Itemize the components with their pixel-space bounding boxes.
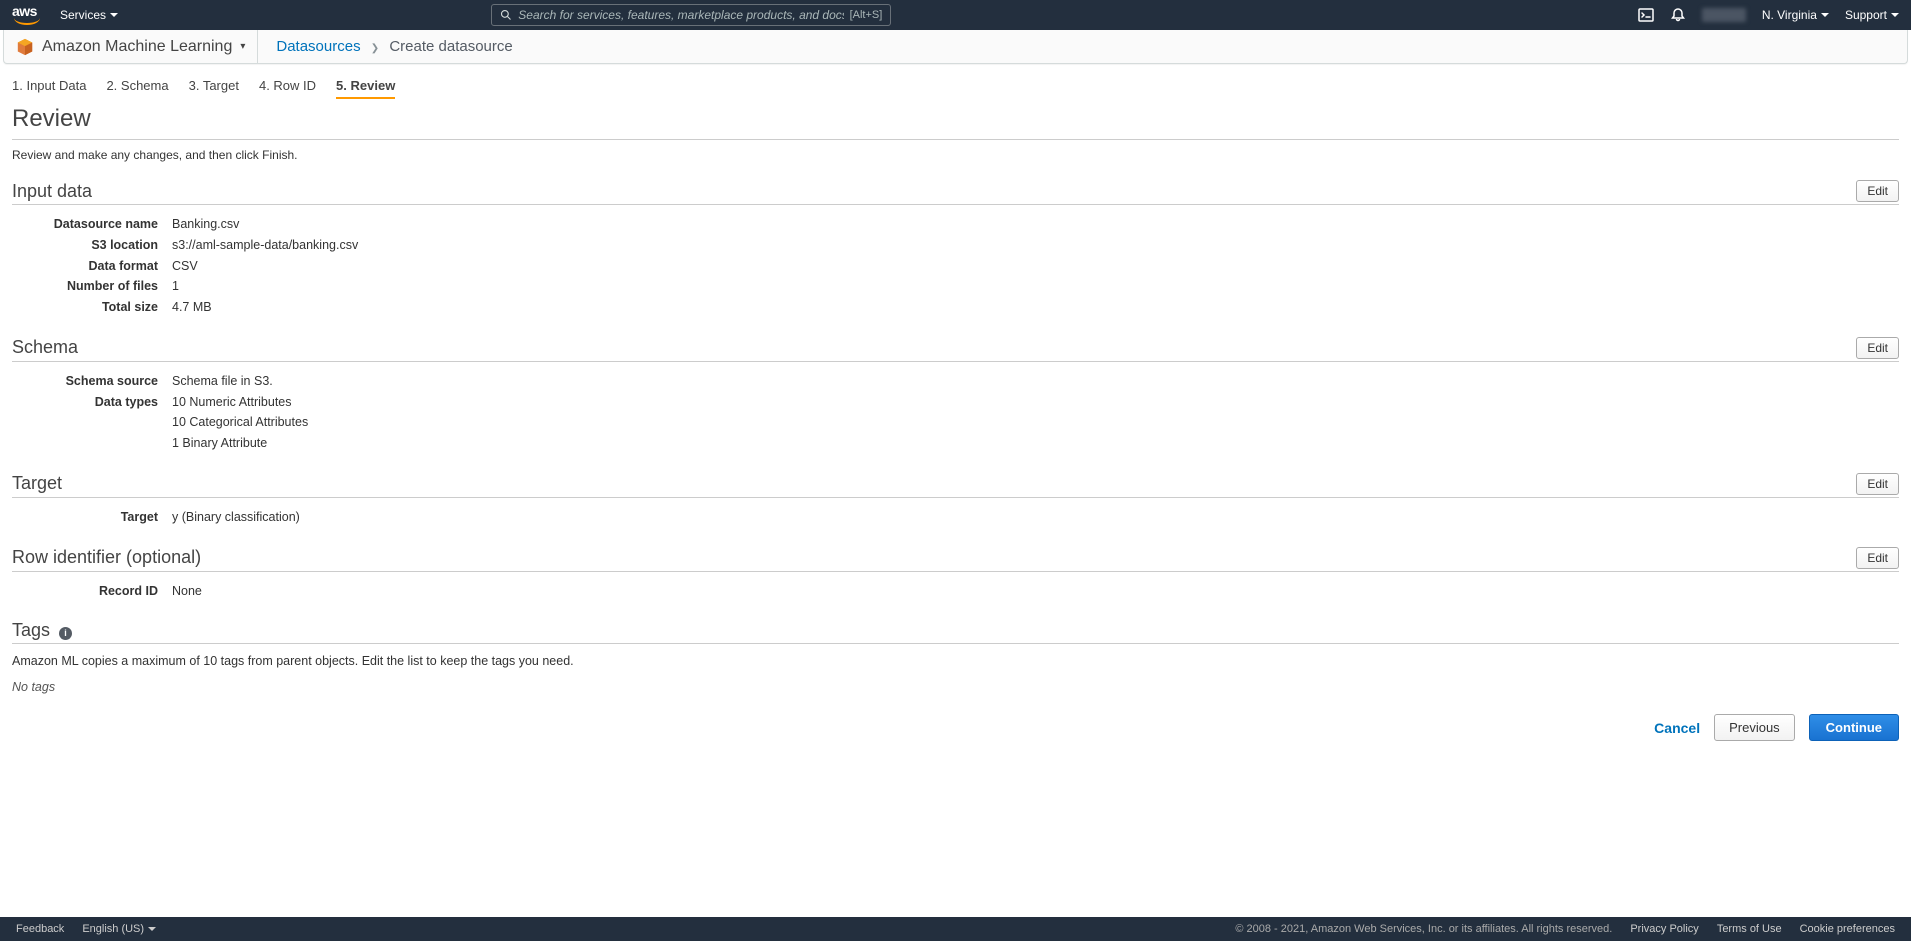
action-row: Cancel Previous Continue <box>12 714 1899 741</box>
section-title-row-id: Row identifier (optional) <box>12 547 1856 568</box>
wizard-steps: 1. Input Data 2. Schema 3. Target 4. Row… <box>12 74 1899 99</box>
service-bar: Amazon Machine Learning ▾ Datasources ❯ … <box>3 30 1908 64</box>
breadcrumb: Datasources ❯ Create datasource <box>258 38 530 55</box>
value-number-of-files: 1 <box>172 277 179 296</box>
value-datasource-name: Banking.csv <box>172 215 239 234</box>
info-icon[interactable]: i <box>59 627 72 640</box>
previous-button[interactable]: Previous <box>1714 714 1795 741</box>
section-tags: Tags i Amazon ML copies a maximum of 10 … <box>12 620 1899 694</box>
section-row-identifier: Row identifier (optional) Edit Record ID… <box>12 547 1899 601</box>
value-s3-location: s3://aml-sample-data/banking.csv <box>172 236 358 255</box>
cloudshell-icon[interactable] <box>1638 7 1654 23</box>
edit-target-button[interactable]: Edit <box>1856 473 1899 495</box>
region-selector[interactable]: N. Virginia <box>1762 8 1829 22</box>
search-box[interactable]: [Alt+S] <box>491 4 891 26</box>
notifications-icon[interactable] <box>1670 7 1686 23</box>
language-selector[interactable]: English (US) <box>82 923 156 935</box>
value-target: y (Binary classification) <box>172 508 300 527</box>
caret-down-icon <box>1821 13 1829 17</box>
search-input[interactable] <box>518 8 843 22</box>
label-total-size: Total size <box>12 298 172 317</box>
caret-down-icon <box>110 13 118 17</box>
label-data-types: Data types <box>12 393 172 412</box>
ml-service-icon <box>16 38 34 56</box>
edit-schema-button[interactable]: Edit <box>1856 337 1899 359</box>
terms-link[interactable]: Terms of Use <box>1717 923 1782 935</box>
search-icon <box>500 9 512 21</box>
caret-down-icon <box>148 927 156 931</box>
label-datasource-name: Datasource name <box>12 215 172 234</box>
search-shortcut: [Alt+S] <box>850 9 883 21</box>
top-nav: aws Services [Alt+S] N. Virginia Support <box>0 0 1911 30</box>
caret-down-icon: ▾ <box>240 41 245 52</box>
service-name: Amazon Machine Learning <box>42 38 232 56</box>
section-input-data: Input data Edit Datasource nameBanking.c… <box>12 180 1899 317</box>
wizard-step-row-id[interactable]: 4. Row ID <box>259 74 316 99</box>
main-content: 1. Input Data 2. Schema 3. Target 4. Row… <box>0 64 1911 761</box>
aws-smile-icon <box>12 17 42 27</box>
value-data-types-2: 10 Categorical Attributes <box>172 413 308 432</box>
cancel-button[interactable]: Cancel <box>1654 720 1700 736</box>
language-label: English (US) <box>82 923 144 935</box>
value-total-size: 4.7 MB <box>172 298 212 317</box>
no-tags-text: No tags <box>12 680 1899 694</box>
section-title-schema: Schema <box>12 337 1856 358</box>
section-title-tags: Tags i <box>12 620 1899 641</box>
value-schema-source: Schema file in S3. <box>172 372 273 391</box>
continue-button[interactable]: Continue <box>1809 714 1899 741</box>
aws-logo[interactable]: aws <box>12 3 42 27</box>
label-data-format: Data format <box>12 257 172 276</box>
value-record-id: None <box>172 582 202 601</box>
wizard-step-review[interactable]: 5. Review <box>336 74 395 99</box>
services-menu[interactable]: Services <box>60 8 118 22</box>
section-title-input-data: Input data <box>12 181 1856 202</box>
nav-right: N. Virginia Support <box>1638 7 1899 23</box>
page-title: Review <box>12 105 1899 140</box>
section-target: Target Edit Targety (Binary classificati… <box>12 473 1899 527</box>
breadcrumb-datasources[interactable]: Datasources <box>276 38 360 55</box>
label-s3-location: S3 location <box>12 236 172 255</box>
tags-title-text: Tags <box>12 620 50 640</box>
cookie-link[interactable]: Cookie preferences <box>1800 923 1895 935</box>
wizard-step-target[interactable]: 3. Target <box>189 74 239 99</box>
edit-input-data-button[interactable]: Edit <box>1856 180 1899 202</box>
label-blank <box>12 413 172 432</box>
section-title-target: Target <box>12 473 1856 494</box>
privacy-link[interactable]: Privacy Policy <box>1630 923 1698 935</box>
wizard-step-schema[interactable]: 2. Schema <box>106 74 168 99</box>
feedback-link[interactable]: Feedback <box>16 923 64 935</box>
footer: Feedback English (US) © 2008 - 2021, Ama… <box>0 917 1911 941</box>
service-switcher[interactable]: Amazon Machine Learning ▾ <box>4 30 258 63</box>
support-label: Support <box>1845 8 1887 22</box>
label-target: Target <box>12 508 172 527</box>
breadcrumb-current: Create datasource <box>389 38 512 55</box>
label-blank <box>12 434 172 453</box>
label-schema-source: Schema source <box>12 372 172 391</box>
section-schema: Schema Edit Schema sourceSchema file in … <box>12 337 1899 453</box>
chevron-right-icon: ❯ <box>371 43 379 54</box>
label-record-id: Record ID <box>12 582 172 601</box>
wizard-step-input-data[interactable]: 1. Input Data <box>12 74 86 99</box>
account-menu[interactable] <box>1702 8 1746 22</box>
services-label: Services <box>60 8 106 22</box>
value-data-types-3: 1 Binary Attribute <box>172 434 267 453</box>
instruction-text: Review and make any changes, and then cl… <box>12 148 1899 162</box>
value-data-format: CSV <box>172 257 198 276</box>
tags-subtext: Amazon ML copies a maximum of 10 tags fr… <box>12 654 1899 668</box>
region-label: N. Virginia <box>1762 8 1817 22</box>
label-number-of-files: Number of files <box>12 277 172 296</box>
copyright-text: © 2008 - 2021, Amazon Web Services, Inc.… <box>1235 923 1612 935</box>
edit-row-id-button[interactable]: Edit <box>1856 547 1899 569</box>
support-menu[interactable]: Support <box>1845 8 1899 22</box>
value-data-types-1: 10 Numeric Attributes <box>172 393 292 412</box>
search-container: [Alt+S] <box>491 4 891 26</box>
caret-down-icon <box>1891 13 1899 17</box>
